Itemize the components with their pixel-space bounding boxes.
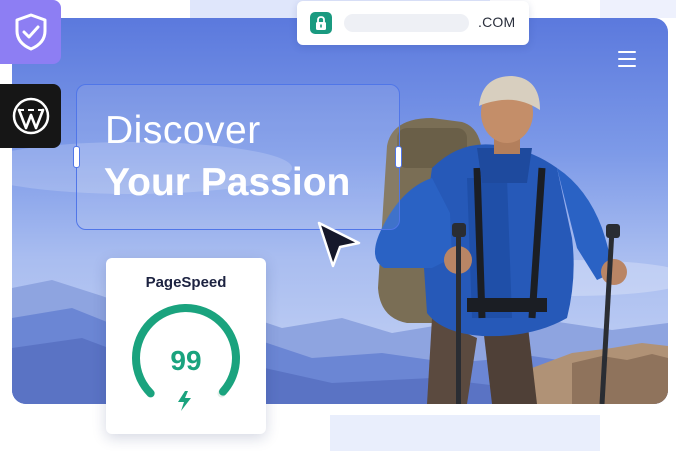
lightning-icon: [178, 391, 191, 411]
decorative-band-bottom: [330, 415, 600, 451]
pagespeed-score: 99: [170, 345, 202, 376]
resize-handle-left[interactable]: [73, 146, 80, 168]
resize-handle-right[interactable]: [395, 146, 402, 168]
shield-check-icon: [15, 13, 46, 51]
cursor-pointer-icon: [317, 221, 361, 268]
headline-line-2: Your Passion: [104, 161, 351, 204]
wordpress-tile[interactable]: [0, 84, 61, 148]
headline-selection-box[interactable]: Discover Your Passion: [73, 84, 402, 230]
wordpress-icon: [12, 97, 49, 135]
url-input[interactable]: [344, 14, 469, 32]
pagespeed-card: PageSpeed 99: [106, 258, 266, 434]
decorative-band-right: [600, 0, 676, 18]
lock-icon: [310, 12, 332, 34]
pagespeed-title: PageSpeed: [145, 274, 227, 291]
browser-address-bar[interactable]: .COM: [297, 1, 529, 45]
headline-line-1: Discover: [105, 109, 261, 152]
hamburger-menu-icon[interactable]: [618, 51, 636, 67]
domain-suffix: .COM: [478, 14, 516, 30]
security-shield-tile[interactable]: [0, 0, 61, 64]
